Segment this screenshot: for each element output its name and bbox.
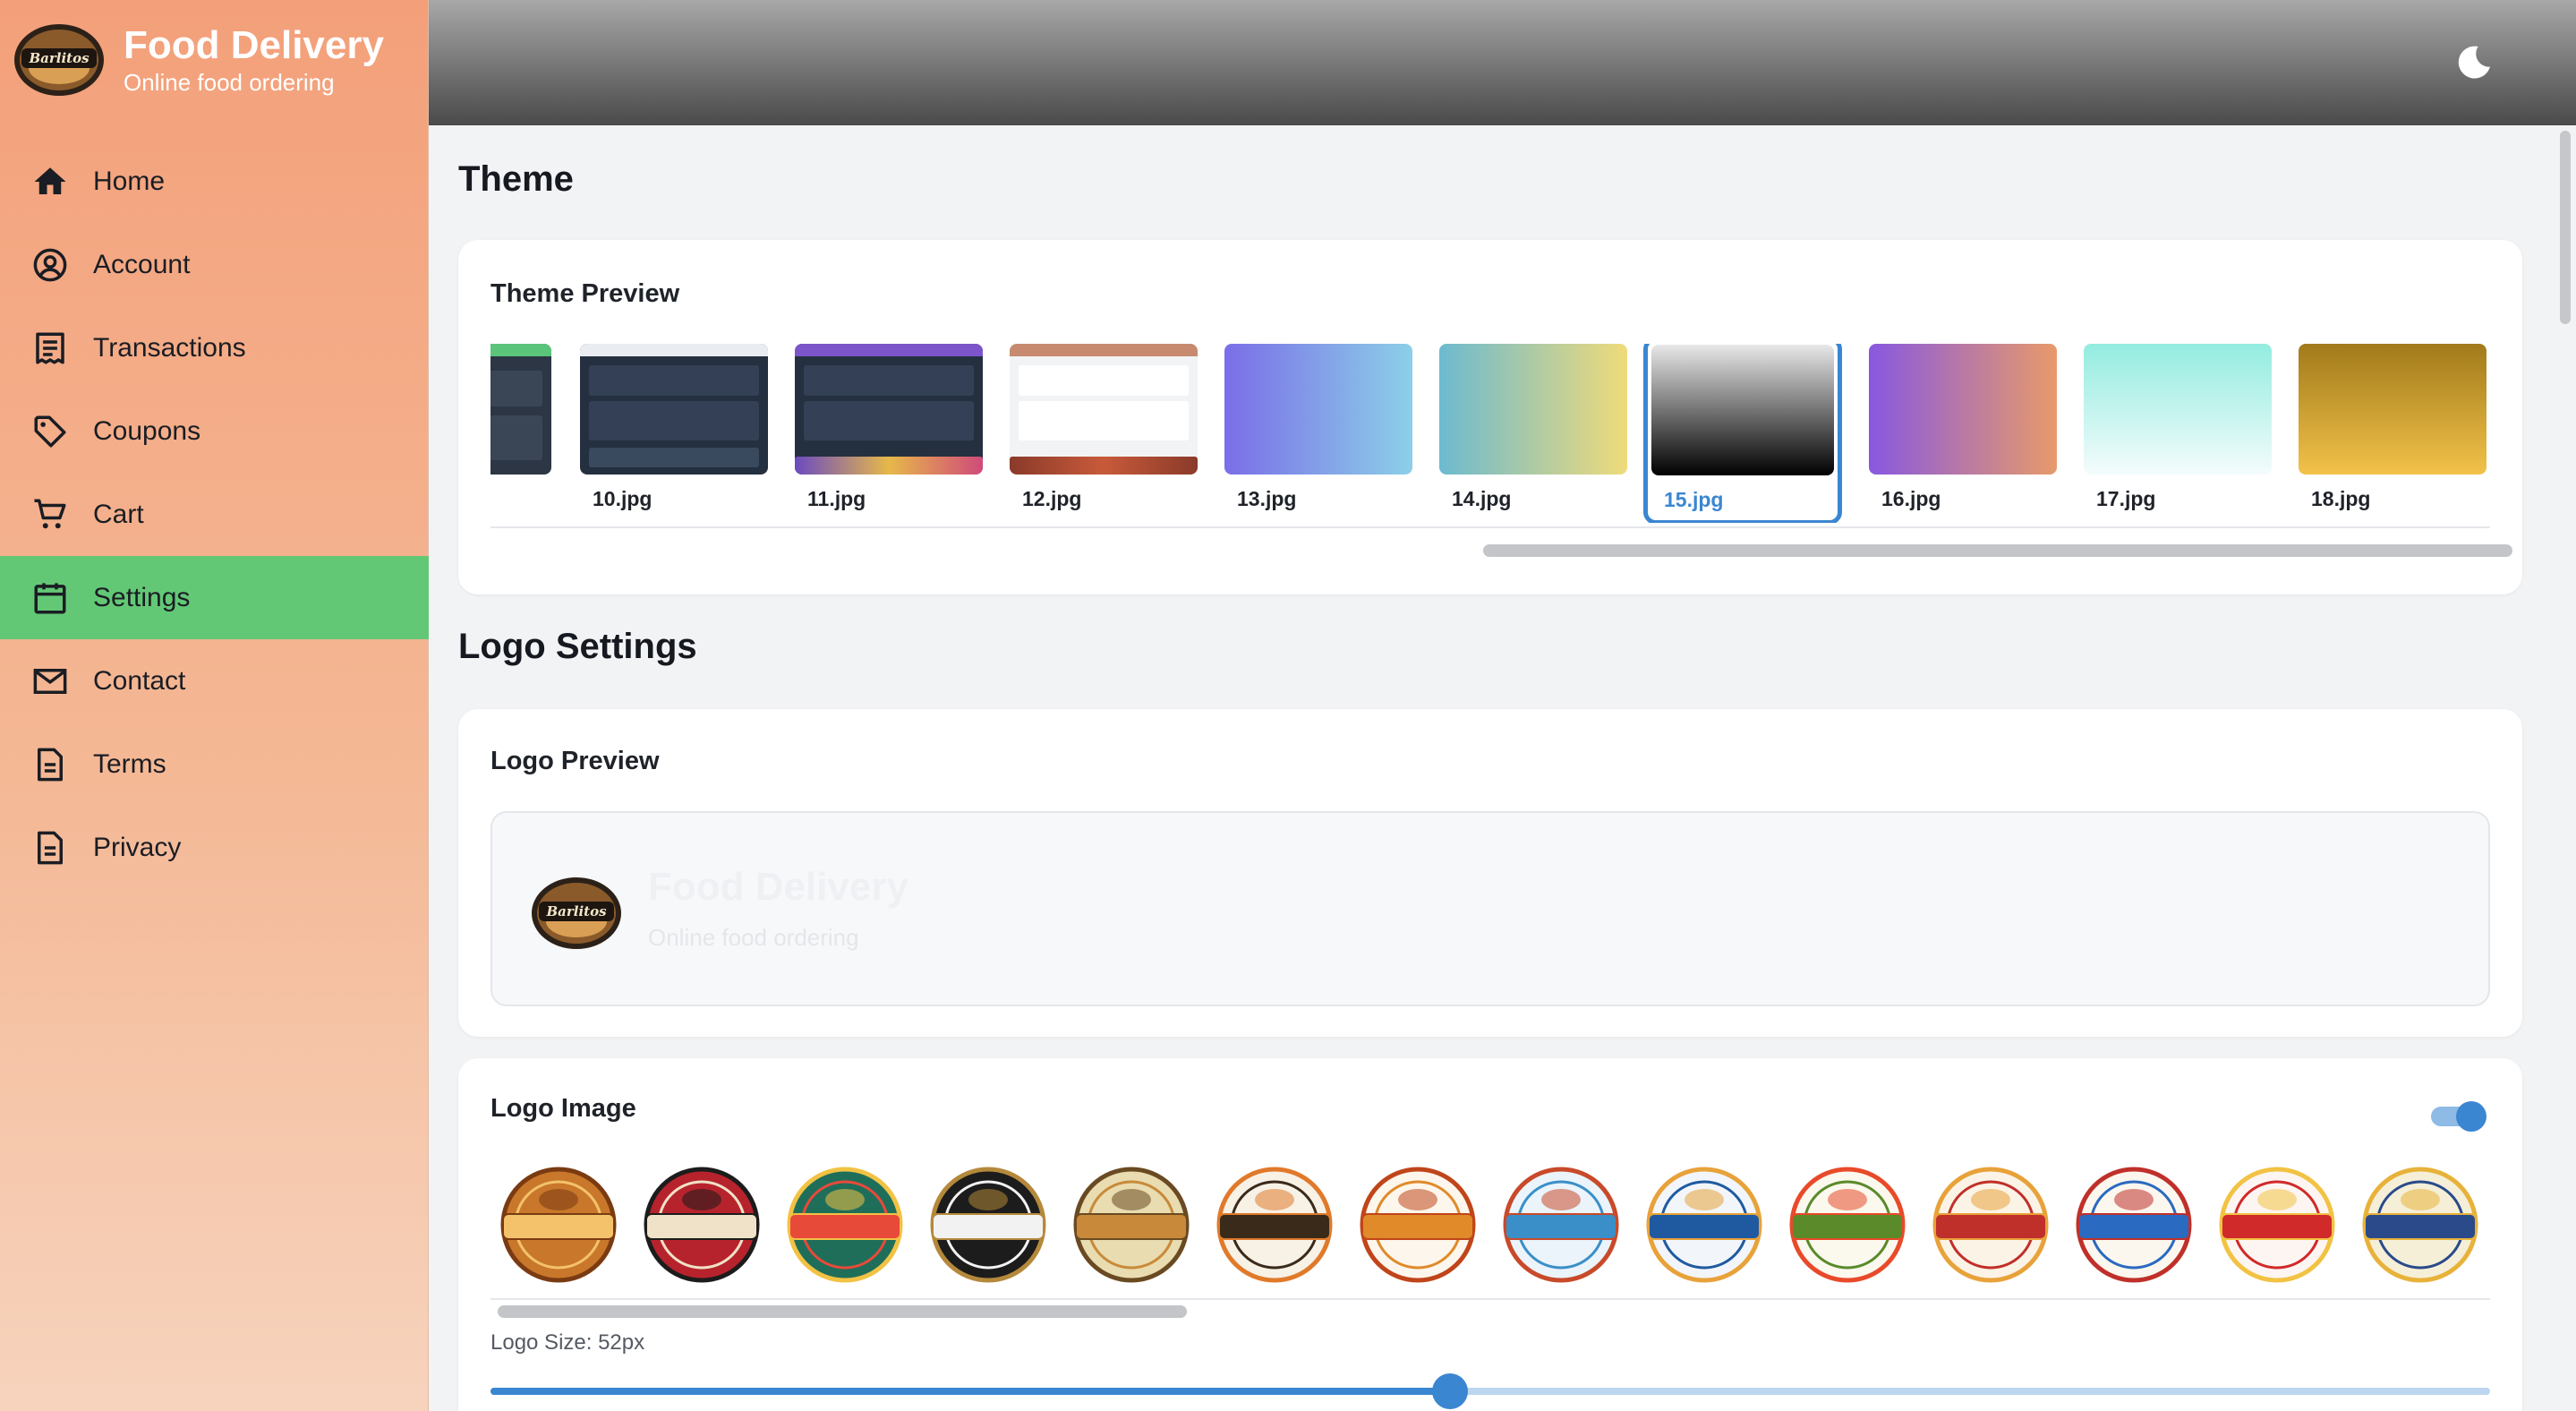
- logo-option[interactable]: [1214, 1164, 1335, 1286]
- slider-handle[interactable]: [1432, 1373, 1469, 1409]
- logo-option[interactable]: [784, 1164, 906, 1286]
- logo-option[interactable]: [1357, 1164, 1479, 1286]
- logo-option[interactable]: [498, 1164, 619, 1286]
- theme-thumb-label: 14.jpg: [1452, 487, 1512, 510]
- logo-option[interactable]: [1930, 1164, 2051, 1286]
- logo-option[interactable]: [2359, 1164, 2481, 1286]
- theme-thumb-partial[interactable]: [490, 344, 551, 496]
- theme-thumb[interactable]: 17.jpg: [2084, 344, 2272, 510]
- logo-choice-strip: [490, 1164, 2490, 1298]
- sidebar-item-label: Settings: [93, 582, 191, 612]
- sidebar-item-label: Terms: [93, 748, 166, 779]
- sidebar-item-settings[interactable]: Settings: [0, 556, 429, 639]
- logo-preview-card: Logo Preview Barlitos Food Delivery Onli…: [458, 709, 2522, 1037]
- theme-preview-title: Theme Preview: [490, 279, 680, 308]
- logo-option[interactable]: [1787, 1164, 1908, 1286]
- mail-icon: [30, 662, 70, 701]
- logo-option[interactable]: [1643, 1164, 1765, 1286]
- logo-option[interactable]: [641, 1164, 763, 1286]
- calendar-icon: [30, 578, 70, 618]
- brand-logo: Barlitos: [14, 24, 104, 96]
- topbar: [429, 0, 2576, 125]
- logo-preview-image: Barlitos: [532, 877, 621, 949]
- theme-preview-card: Theme Preview 10.jpg 11.jpg 12.jpg 13.jp…: [458, 240, 2522, 594]
- sidebar-nav: Home Account Transactions Coupons Cart S…: [0, 140, 429, 889]
- logo-option[interactable]: [927, 1164, 1049, 1286]
- sidebar: Barlitos Food Delivery Online food order…: [0, 0, 429, 1411]
- sidebar-item-contact[interactable]: Contact: [0, 639, 429, 723]
- logo-option[interactable]: [2073, 1164, 2195, 1286]
- account-icon: [30, 245, 70, 285]
- cart-icon: [30, 495, 70, 534]
- sidebar-item-account[interactable]: Account: [0, 223, 429, 306]
- theme-thumb[interactable]: 16.jpg: [1869, 344, 2057, 510]
- theme-section-title: Theme: [458, 159, 574, 199]
- document-icon: [30, 828, 70, 868]
- page-scrollbar-thumb[interactable]: [2560, 131, 2571, 324]
- theme-thumb-label: 15.jpg: [1664, 488, 1724, 511]
- logo-preview-title: Logo Preview: [490, 747, 660, 775]
- theme-strip-scrollbar[interactable]: [1483, 544, 2512, 557]
- logo-strip-scroll-track: [490, 1298, 2490, 1300]
- theme-thumb-selected[interactable]: 15.jpg: [1643, 344, 1842, 523]
- logo-option[interactable]: [1500, 1164, 1622, 1286]
- receipt-icon: [30, 329, 70, 368]
- theme-thumbnail-strip: 10.jpg 11.jpg 12.jpg 13.jpg 14.jpg 15.jp…: [490, 344, 2490, 523]
- theme-strip-scroll-track: [490, 526, 2490, 528]
- sidebar-item-terms[interactable]: Terms: [0, 723, 429, 806]
- theme-thumb[interactable]: 12.jpg: [1010, 344, 1198, 510]
- logo-preview-subtitle: Online food ordering: [648, 924, 859, 951]
- theme-thumb[interactable]: 14.jpg: [1439, 344, 1627, 510]
- theme-thumb[interactable]: 10.jpg: [580, 344, 768, 510]
- logo-option[interactable]: [1070, 1164, 1192, 1286]
- app-title: Food Delivery: [124, 23, 384, 67]
- sidebar-item-label: Home: [93, 166, 166, 196]
- theme-thumb-label: 18.jpg: [2311, 487, 2371, 510]
- sidebar-item-label: Privacy: [93, 832, 182, 862]
- document-icon: [30, 745, 70, 784]
- sidebar-item-label: Cart: [93, 499, 144, 529]
- tag-icon: [30, 412, 70, 451]
- theme-thumb[interactable]: 18.jpg: [2299, 344, 2486, 510]
- sidebar-item-label: Transactions: [93, 332, 246, 363]
- brand[interactable]: Barlitos Food Delivery Online food order…: [13, 21, 384, 98]
- theme-thumb-label: 12.jpg: [1022, 487, 1082, 510]
- logo-size-label: Logo Size: 52px: [490, 1330, 645, 1355]
- logo-strip-scrollbar[interactable]: [498, 1305, 1187, 1318]
- sidebar-item-coupons[interactable]: Coupons: [0, 389, 429, 473]
- sidebar-item-label: Account: [93, 249, 191, 279]
- sidebar-item-privacy[interactable]: Privacy: [0, 806, 429, 889]
- logo-image-title: Logo Image: [490, 1094, 636, 1123]
- theme-thumb[interactable]: 11.jpg: [795, 344, 983, 510]
- sidebar-item-label: Coupons: [93, 415, 201, 446]
- theme-thumb-label: 10.jpg: [593, 487, 653, 510]
- logo-image-card: Logo Image Logo Size: 52px: [458, 1058, 2522, 1411]
- sidebar-item-transactions[interactable]: Transactions: [0, 306, 429, 389]
- theme-thumb-label: 16.jpg: [1881, 487, 1941, 510]
- moon-icon[interactable]: [2454, 43, 2494, 82]
- main-content: Theme Theme Preview 10.jpg 11.jpg 12.jpg…: [429, 125, 2555, 1411]
- logo-option[interactable]: [2216, 1164, 2338, 1286]
- svg-text:Barlitos: Barlitos: [28, 50, 90, 66]
- sidebar-item-cart[interactable]: Cart: [0, 473, 429, 556]
- app-subtitle: Online food ordering: [124, 69, 335, 96]
- theme-thumb-label: 17.jpg: [2096, 487, 2156, 510]
- theme-thumb-label: 11.jpg: [807, 487, 866, 510]
- logo-settings-title: Logo Settings: [458, 627, 697, 666]
- svg-text:Barlitos: Barlitos: [545, 903, 607, 919]
- logo-size-slider[interactable]: [490, 1373, 2490, 1409]
- home-icon: [30, 162, 70, 201]
- theme-thumb[interactable]: 13.jpg: [1224, 344, 1412, 510]
- sidebar-item-label: Contact: [93, 665, 186, 696]
- sidebar-item-home[interactable]: Home: [0, 140, 429, 223]
- logo-preview-name: Food Delivery: [648, 865, 908, 909]
- logo-preview-box: Barlitos Food Delivery Online food order…: [490, 811, 2490, 1006]
- theme-thumb-label: 13.jpg: [1237, 487, 1297, 510]
- logo-image-toggle[interactable]: [2431, 1101, 2486, 1132]
